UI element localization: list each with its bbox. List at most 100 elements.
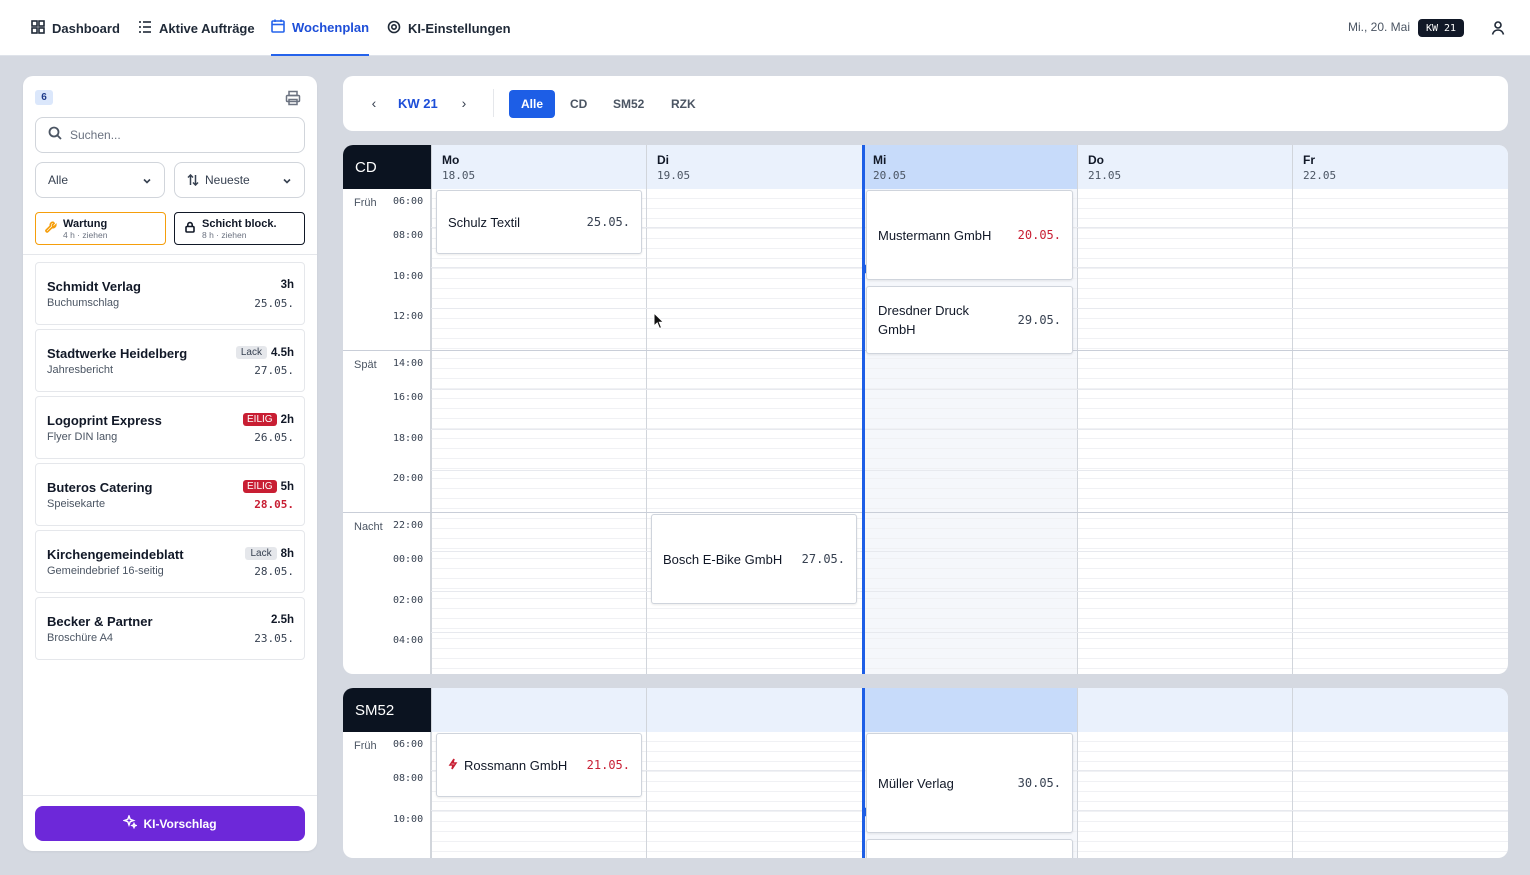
grid-line bbox=[431, 591, 1508, 592]
lack-tag: Lack bbox=[245, 547, 277, 560]
filter-alle[interactable]: Alle bbox=[509, 90, 556, 118]
job-hours: 2h bbox=[280, 413, 294, 426]
day-column[interactable] bbox=[1292, 189, 1508, 674]
job-name: Becker & Partner bbox=[47, 614, 153, 629]
print-icon[interactable] bbox=[285, 90, 301, 106]
day-column[interactable] bbox=[1077, 189, 1293, 674]
day-column[interactable] bbox=[1292, 732, 1508, 858]
time-column: Früh 06:00 08:00 10:00 bbox=[343, 732, 431, 858]
day-column[interactable] bbox=[646, 732, 862, 858]
nav-wochenplan[interactable]: Wochenplan bbox=[271, 0, 370, 56]
machine-panel-cd: CD Mo 18.05 Di 19.05 Mi 20.05 Do 21.05 F… bbox=[343, 145, 1508, 674]
time-label: 10:00 bbox=[393, 814, 424, 825]
shift-label: Nacht bbox=[354, 521, 383, 533]
time-label: 08:00 bbox=[393, 230, 424, 241]
wartung-block[interactable]: Wartung 4 h · ziehen bbox=[35, 212, 166, 245]
machine-panel-sm52: SM52 Früh 06:00 08:00 10:00 Rossmann Gmb… bbox=[343, 688, 1508, 858]
order-card[interactable]: Dresdner Druck GmbH 29.05. bbox=[866, 286, 1073, 354]
next-week-button[interactable]: › bbox=[457, 96, 471, 110]
filter-rzk[interactable]: RZK bbox=[661, 90, 706, 118]
time-label: 18:00 bbox=[393, 433, 424, 444]
day-name: Mo bbox=[442, 153, 460, 167]
filter-cd[interactable]: CD bbox=[560, 90, 597, 118]
day-header-fr: Fr 22.05 bbox=[1292, 145, 1508, 189]
order-card[interactable]: Schulz Textil 25.05. bbox=[436, 190, 642, 254]
list-icon bbox=[138, 20, 152, 37]
ki-vorschlag-button[interactable]: KI-Vorschlag bbox=[35, 806, 305, 841]
order-card[interactable]: Rossmann GmbH 21.05. bbox=[436, 733, 642, 797]
time-label: 08:00 bbox=[393, 773, 424, 784]
chevron-down-icon bbox=[282, 175, 292, 185]
lack-tag: Lack bbox=[235, 346, 267, 359]
day-column[interactable] bbox=[431, 189, 647, 674]
top-navigation: Dashboard Aktive Aufträge Wochenplan KI-… bbox=[0, 0, 1530, 56]
filter-select[interactable]: Alle bbox=[35, 162, 165, 198]
order-card[interactable]: Mustermann GmbH 20.05. bbox=[866, 190, 1073, 280]
nav-dashboard[interactable]: Dashboard bbox=[31, 0, 120, 56]
job-name: Logoprint Express bbox=[47, 413, 162, 428]
dashboard-icon bbox=[31, 19, 45, 37]
filter-sm52[interactable]: SM52 bbox=[603, 90, 654, 118]
shift-label: Früh bbox=[354, 740, 377, 752]
day-name: Fr bbox=[1303, 153, 1315, 167]
job-due: 25.05. bbox=[254, 297, 294, 310]
search-field[interactable] bbox=[35, 117, 305, 153]
ki-button-label: KI-Vorschlag bbox=[143, 816, 217, 831]
order-due: 21.05. bbox=[586, 758, 630, 772]
job-name: Stadtwerke Heidelberg bbox=[47, 346, 188, 361]
divider bbox=[493, 89, 494, 117]
order-card[interactable]: Bosch E-Bike GmbH 27.05. bbox=[651, 514, 857, 604]
day-header-do: Do 21.05 bbox=[1077, 145, 1293, 189]
schicht-block[interactable]: Schicht block. 8 h · ziehen bbox=[174, 212, 305, 245]
day-column[interactable] bbox=[1077, 732, 1293, 858]
eilig-tag: EILIG bbox=[243, 480, 277, 493]
time-label: 06:00 bbox=[393, 196, 424, 207]
nav-ki-einstellungen[interactable]: KI-Einstellungen bbox=[387, 0, 511, 56]
bolt-icon bbox=[448, 756, 458, 775]
job-card[interactable]: Logoprint Express Flyer DIN lang EILIG 2h… bbox=[35, 396, 305, 459]
job-desc: Broschüre A4 bbox=[47, 632, 114, 644]
order-due: 30.05. bbox=[1017, 776, 1061, 790]
job-card[interactable]: Kirchengemeindeblatt Gemeindebrief 16-se… bbox=[35, 530, 305, 593]
machine-label: SM52 bbox=[343, 688, 431, 732]
order-name: Müller Verlag bbox=[878, 775, 954, 791]
day-header bbox=[646, 688, 862, 732]
shift-label: Früh bbox=[354, 197, 377, 209]
sparkle-icon bbox=[122, 813, 139, 832]
job-card[interactable]: Schmidt Verlag Buchumschlag 3h 25.05. bbox=[35, 262, 305, 325]
job-list: Schmidt Verlag Buchumschlag 3h 25.05. St… bbox=[35, 262, 305, 664]
chevron-down-icon bbox=[142, 175, 152, 185]
job-card[interactable]: Buteros Catering Speisekarte EILIG 5h 28.… bbox=[35, 463, 305, 526]
order-due: 29.05. bbox=[1017, 313, 1061, 327]
job-sidebar: 6 Alle Neueste Wartung 4 h · ziehen Schi… bbox=[23, 76, 317, 851]
prev-week-button[interactable]: ‹ bbox=[367, 96, 381, 110]
grid-line bbox=[431, 429, 1508, 430]
time-label: 06:00 bbox=[393, 739, 424, 750]
day-name: Do bbox=[1088, 153, 1104, 167]
sort-select[interactable]: Neueste bbox=[174, 162, 305, 198]
time-label: 00:00 bbox=[393, 554, 424, 565]
sort-select-value: Neueste bbox=[205, 173, 250, 187]
day-header bbox=[1292, 688, 1508, 732]
shift-label: Spät bbox=[354, 359, 377, 371]
order-card[interactable]: Müller Verlag 30.05. bbox=[866, 733, 1073, 833]
day-date: 21.05 bbox=[1088, 169, 1122, 182]
current-time-line bbox=[862, 688, 865, 858]
time-column: Früh 06:00 08:00 10:00 12:00 Spät 14:00 … bbox=[343, 189, 431, 674]
sort-icon bbox=[187, 173, 199, 187]
job-card[interactable]: Stadtwerke Heidelberg Jahresbericht Lack… bbox=[35, 329, 305, 392]
search-input[interactable] bbox=[70, 128, 290, 142]
job-due: 26.05. bbox=[254, 431, 294, 444]
job-due: 23.05. bbox=[254, 632, 294, 645]
job-card[interactable]: Becker & Partner Broschüre A4 2.5h 23.05… bbox=[35, 597, 305, 660]
block-sub: 4 h · ziehen bbox=[63, 229, 108, 240]
order-name: Schulz Textil bbox=[448, 214, 521, 230]
mouse-cursor bbox=[653, 311, 665, 330]
job-name: Kirchengemeindeblatt bbox=[47, 547, 184, 562]
user-icon[interactable] bbox=[1490, 20, 1506, 36]
week-label[interactable]: KW 21 bbox=[398, 96, 438, 111]
order-card[interactable] bbox=[866, 839, 1073, 858]
nav-aktive-auftraege[interactable]: Aktive Aufträge bbox=[138, 0, 255, 56]
machine-label: CD bbox=[343, 145, 431, 189]
job-due: 28.05. bbox=[254, 565, 294, 578]
